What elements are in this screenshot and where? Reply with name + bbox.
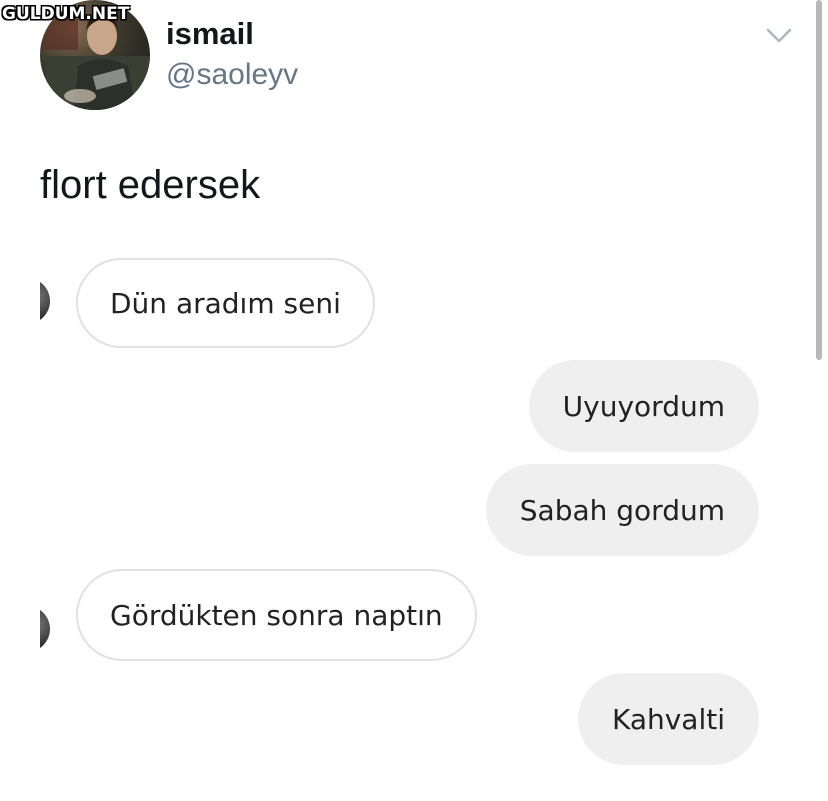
message-text: Gördükten sonra naptın	[110, 598, 443, 632]
sender-avatar	[40, 278, 50, 324]
message-bubble-incoming: Dün aradım seni	[76, 258, 375, 348]
display-name[interactable]: ismail	[166, 16, 254, 52]
message-bubble-outgoing: Sabah gordum	[485, 464, 759, 556]
message-bubble-incoming: Gördükten sonra naptın	[76, 569, 477, 661]
message-text: Dün aradım seni	[110, 286, 341, 320]
sender-avatar	[40, 606, 50, 652]
user-handle[interactable]: @saoleyv	[166, 58, 298, 92]
message-bubble-outgoing: Kahvalti	[577, 673, 759, 765]
tweet-text: flort edersek	[40, 163, 261, 207]
scrollbar[interactable]	[816, 0, 822, 360]
message-text: Uyuyordum	[562, 389, 725, 423]
message-text: Kahvalti	[611, 702, 725, 736]
message-text: Sabah gordum	[519, 493, 725, 527]
chevron-down-icon[interactable]	[764, 22, 794, 48]
watermark-logo: GULDUM.NET	[2, 4, 130, 24]
message-bubble-outgoing: Uyuyordum	[528, 360, 759, 452]
